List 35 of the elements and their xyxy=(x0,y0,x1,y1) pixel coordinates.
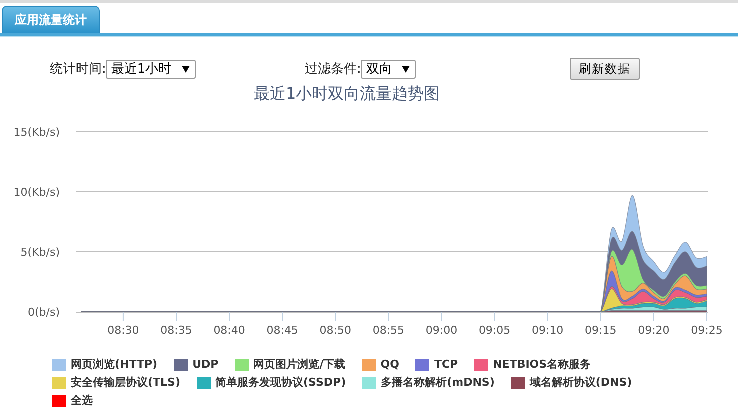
axis-label: 09:00 xyxy=(426,324,458,337)
caret-icon xyxy=(182,66,190,72)
legend-label[interactable]: QQ xyxy=(380,358,400,371)
axis-label: 10(Kb/s) xyxy=(14,186,60,199)
axis-label: 09:15 xyxy=(585,324,617,337)
axis-label: 08:30 xyxy=(108,324,140,337)
legend-label[interactable]: 网页图片浏览/下载 xyxy=(254,357,346,372)
legend-label[interactable]: 多播名称解析(mDNS) xyxy=(381,375,495,390)
axis-label: 08:40 xyxy=(214,324,246,337)
refresh-button[interactable]: 刷新数据 xyxy=(570,58,640,80)
axis-label: 0(b/s) xyxy=(28,306,60,319)
filter-label: 过滤条件: xyxy=(305,61,362,78)
axis-label: 09:10 xyxy=(532,324,564,337)
filter-label: 统计时间: xyxy=(50,61,106,78)
legend-label[interactable]: NETBIOS名称服务 xyxy=(493,357,592,372)
select-all-label[interactable]: 全选 xyxy=(71,393,93,408)
axis-label: 5(Kb/s) xyxy=(20,246,60,259)
legend-label[interactable]: TCP xyxy=(434,358,458,371)
axis-label: 08:55 xyxy=(372,324,405,337)
axis-label: 09:25 xyxy=(691,324,723,337)
dropdown[interactable]: 双向 xyxy=(361,60,416,78)
axis-label: 09:20 xyxy=(638,324,670,337)
legend-label[interactable]: 安全传输层协议(TLS) xyxy=(71,375,180,390)
legend-label[interactable]: 域名解析协议(DNS) xyxy=(530,375,632,390)
legend-label[interactable]: 简单服务发现协议(SSDP) xyxy=(216,375,346,390)
axis-label: 08:50 xyxy=(320,324,352,337)
legend-label[interactable]: 网页浏览(HTTP) xyxy=(71,357,158,372)
legend-label[interactable]: UDP xyxy=(192,358,219,371)
axis-label: 08:45 xyxy=(266,324,298,337)
axis-label: 15(Kb/s) xyxy=(14,126,60,139)
dropdown[interactable]: 最近1小时 xyxy=(106,60,196,78)
chart-title: 最近1小时双向流量趋势图 xyxy=(254,84,440,104)
axis-label: 09:05 xyxy=(478,324,511,337)
axis-label: 08:35 xyxy=(160,324,192,337)
caret-icon xyxy=(402,66,410,72)
